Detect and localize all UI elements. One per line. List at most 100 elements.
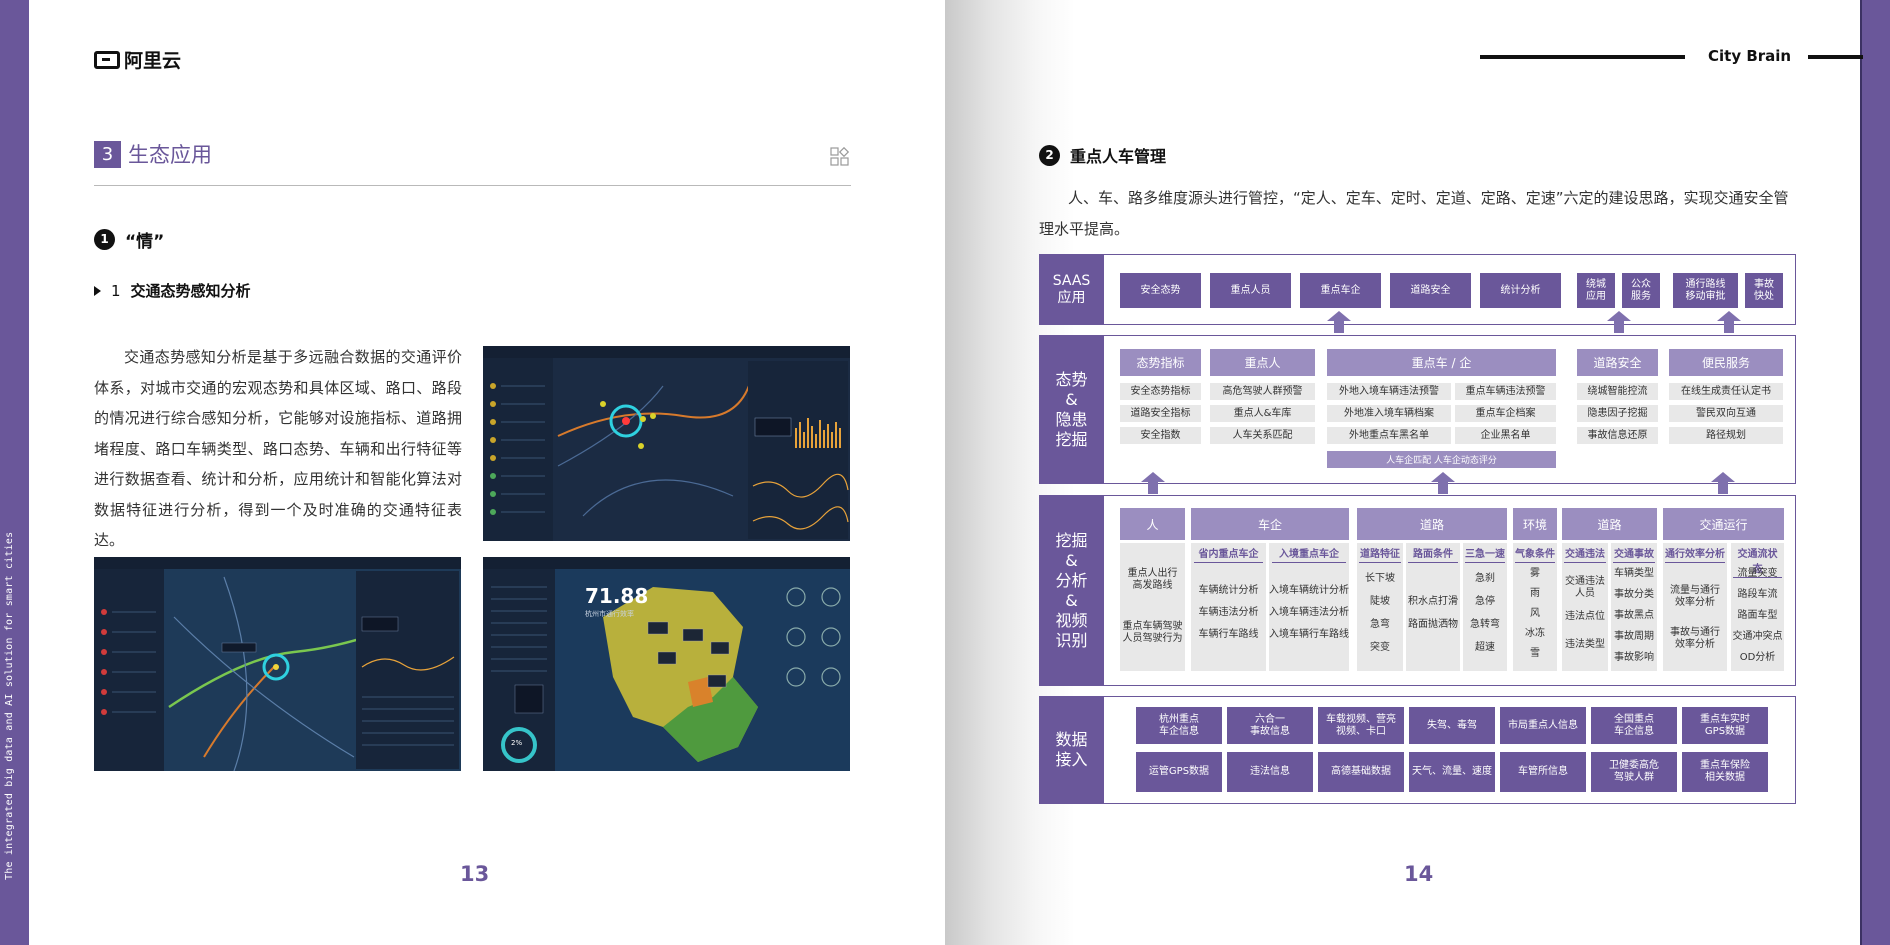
triangle-icon xyxy=(94,285,101,296)
column-item: 陡坡 xyxy=(1370,596,1390,607)
group-item: 道路安全指标 xyxy=(1120,405,1201,422)
column-item: 事故影响 xyxy=(1614,652,1654,663)
column-subhead: 道路特征 xyxy=(1359,545,1401,563)
group-item: 隐患因子挖掘 xyxy=(1577,405,1658,422)
group-item: 外地入境车辆违法预警 xyxy=(1327,383,1451,400)
column-item: 路面车型 xyxy=(1737,610,1778,621)
data-source: 六合一 事故信息 xyxy=(1227,707,1313,744)
arrow-up-icon xyxy=(1327,311,1351,333)
group-item: 重点人&车库 xyxy=(1210,405,1315,422)
data-source: 高德基础数据 xyxy=(1318,752,1404,792)
column-subhead: 通行效率分析 xyxy=(1665,545,1725,563)
column-item: 事故与通行 效率分析 xyxy=(1670,627,1720,650)
efficiency-caption: 杭州市通行效率 xyxy=(585,610,634,618)
saas-button-5: 统计分析 xyxy=(1480,273,1561,308)
item-title-right: 重点人车管理 xyxy=(1070,147,1167,166)
mining-col-road-2: 道路 xyxy=(1562,508,1657,540)
saas-label: SAAS 应用 xyxy=(1039,254,1104,325)
column-item: 急刹 xyxy=(1475,573,1495,584)
logo-text: 阿里云 xyxy=(124,50,182,72)
sub-number: 1 xyxy=(111,281,121,300)
aliyun-logo: 阿里云 xyxy=(94,46,181,73)
page-number-right: 14 xyxy=(1404,862,1434,886)
column-body: 省内重点车企 车辆统计分析 车辆违法分析 车辆行车路线 xyxy=(1191,543,1266,671)
saas-small-button-2: 公众 服务 xyxy=(1622,273,1660,308)
column-body: 重点人出行 高发路线 重点车辆驾驶 人员驾驶行为 xyxy=(1120,543,1185,671)
saas-button-2: 重点人员 xyxy=(1210,273,1291,308)
column-item: 积水点打滑 xyxy=(1408,596,1458,607)
aliyun-logo-icon xyxy=(94,50,120,69)
item-title: “情” xyxy=(125,232,165,252)
sub-title: 交通态势感知分析 xyxy=(130,282,251,300)
column-item: 事故分类 xyxy=(1614,589,1654,600)
region-map-image xyxy=(483,557,850,771)
column-item: 重点人出行 高发路线 xyxy=(1127,568,1178,591)
group-item: 企业黑名单 xyxy=(1455,427,1556,444)
column-item: 车辆统计分析 xyxy=(1198,585,1259,596)
group-item: 警民双向互通 xyxy=(1669,405,1783,422)
vertical-caption: The integrated big data and AI solution … xyxy=(4,531,15,880)
dashboard-screenshot-2 xyxy=(94,557,461,771)
column-body: 路面条件 积水点打滑 路面抛洒物 xyxy=(1406,543,1460,671)
column-body: 通行效率分析 流量与通行 效率分析 事故与通行 效率分析 xyxy=(1663,543,1727,671)
arrow-up-icon xyxy=(1717,311,1741,333)
column-body: 三急一速 急刹 急停 急转弯 超速 xyxy=(1463,543,1507,671)
data-source: 重点车保险 相关数据 xyxy=(1682,752,1768,792)
saas-button-1: 安全态势 xyxy=(1120,273,1201,308)
dashboard-screenshot-3: 71.88 杭州市通行效率 2% xyxy=(483,557,850,771)
column-item: 交通冲突点 xyxy=(1732,631,1783,642)
header-rule-right xyxy=(1808,55,1863,59)
item-heading: 1 “情” xyxy=(94,227,164,252)
item-number: 1 xyxy=(94,229,115,250)
data-source: 天气、流量、速度 xyxy=(1409,752,1495,792)
saas-button-3: 重点车企 xyxy=(1300,273,1381,308)
data-source: 市局重点人信息 xyxy=(1500,707,1586,744)
road-map-image xyxy=(94,557,461,771)
arrow-up-icon xyxy=(1711,472,1735,494)
data-source: 卫健委高危 驾驶人群 xyxy=(1591,752,1677,792)
column-body: 交通事故 车辆类型 事故分类 事故黑点 事故周期 事故影响 xyxy=(1611,543,1657,671)
arrow-up-icon xyxy=(1431,472,1455,494)
mining-col-traffic: 交通运行 xyxy=(1663,508,1784,540)
column-item: 入境车辆违法分析 xyxy=(1269,607,1349,618)
header-text: City Brain xyxy=(1708,47,1792,65)
group-item: 在线生成责任认定书 xyxy=(1669,383,1783,400)
column-item: 路段车流 xyxy=(1737,589,1778,600)
column-item: 交通违法 人员 xyxy=(1565,576,1605,599)
mining-label: 挖掘 & 分析 & 视频 识别 xyxy=(1039,495,1104,686)
gauge-value: 2% xyxy=(511,739,523,747)
data-source: 车管所信息 xyxy=(1500,752,1586,792)
column-item: 路面抛洒物 xyxy=(1408,619,1458,630)
column-item: 违法类型 xyxy=(1565,639,1605,650)
right-sidebar xyxy=(1862,0,1890,945)
column-body: 入境重点车企 入境车辆统计分析 入境车辆违法分析 入境车辆行车路线 xyxy=(1269,543,1349,671)
column-item: 急停 xyxy=(1475,596,1495,607)
grid-icon xyxy=(830,147,850,166)
intro-paragraph: 人、车、路多维度源头进行管控，“定人、定车、定时、定道、定路、定速”六定的建设思… xyxy=(1039,189,1789,238)
item-heading-right: 2 重点人车管理 xyxy=(1039,143,1166,167)
column-item: 车辆行车路线 xyxy=(1198,629,1259,640)
group-item: 安全指数 xyxy=(1120,427,1201,444)
column-item: 入境车辆统计分析 xyxy=(1269,585,1349,596)
column-item: 流量与通行 效率分析 xyxy=(1670,585,1720,608)
column-item: 重点车辆驾驶 人员驾驶行为 xyxy=(1122,621,1183,644)
data-source: 车载视频、营亮 视频、卡口 xyxy=(1318,707,1404,744)
section-title: 生态应用 xyxy=(128,143,212,167)
column-body: 交通流状态 流量突变 路段车流 路面车型 交通冲突点 OD分析 xyxy=(1731,543,1784,671)
column-item: 雪 xyxy=(1530,648,1540,659)
situation-label: 态势 & 隐患 挖掘 xyxy=(1039,335,1104,484)
column-item: 超速 xyxy=(1475,642,1495,653)
group-item: 人车关系匹配 xyxy=(1210,427,1315,444)
column-item: 长下坡 xyxy=(1365,573,1395,584)
column-subhead: 气象条件 xyxy=(1515,545,1555,563)
column-item: OD分析 xyxy=(1739,652,1776,663)
group-item: 安全态势指标 xyxy=(1120,383,1201,400)
column-item: 雨 xyxy=(1530,588,1540,599)
column-subhead: 交通事故 xyxy=(1613,545,1655,563)
column-body: 道路特征 长下坡 陡坡 急弯 突变 xyxy=(1357,543,1403,671)
group-footer: 人车企匹配 人车企动态评分 xyxy=(1327,451,1556,468)
column-subhead: 路面条件 xyxy=(1408,545,1458,563)
traffic-map-image xyxy=(483,346,850,541)
body-paragraph: 交通态势感知分析是基于多远融合数据的交通评价体系，对城市交通的宏观态势和具体区域… xyxy=(94,348,462,549)
saas-small-button-4: 事故 快处 xyxy=(1745,273,1783,308)
